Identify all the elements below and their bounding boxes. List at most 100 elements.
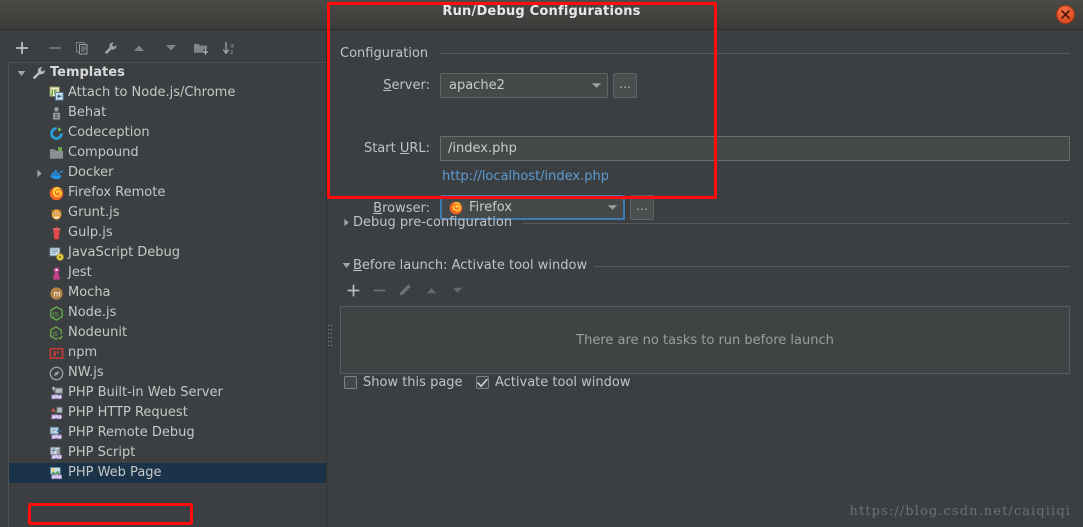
tree-item-label: Gulp.js (68, 225, 113, 240)
tree-item[interactable]: Docker (9, 163, 326, 183)
debug-pre-configuration-section[interactable]: Debug pre-configuration (340, 215, 512, 230)
show-this-page-checkbox[interactable] (344, 376, 357, 389)
remove-task-button[interactable] (368, 279, 390, 301)
tree-item[interactable]: NW.js (9, 363, 326, 383)
tree-item-label: PHP HTTP Request (68, 405, 188, 420)
add-configuration-button[interactable] (10, 36, 34, 60)
watermark-text: https://blog.csdn.net/caiqiiqi (849, 504, 1071, 519)
configurations-tree[interactable]: Templates JS Attach to Node.js/Chrome Behat… (8, 62, 326, 527)
start-url-label: Start URL: (363, 141, 430, 156)
chevron-right-icon[interactable] (31, 169, 47, 178)
nwjs-icon (47, 366, 65, 381)
svg-text:php: php (52, 434, 61, 440)
tree-item-label: Codeception (68, 125, 150, 140)
activate-tool-window-label: Activate tool window (495, 375, 631, 390)
tree-item[interactable]: Compound (9, 143, 326, 163)
tree-item[interactable]: Jest (9, 263, 326, 283)
server-select[interactable]: apache2 (440, 73, 608, 98)
tree-item-label: PHP Remote Debug (68, 425, 195, 440)
svg-text:z: z (230, 49, 233, 56)
grunt-icon (47, 206, 65, 221)
tree-item[interactable]: JS Nodeunit (9, 323, 326, 343)
tree-item[interactable]: Gulp.js (9, 223, 326, 243)
php-http-icon: php (47, 406, 65, 421)
debug-pre-configuration-label: Debug pre-configuration (353, 215, 513, 230)
svg-text:JS: JS (51, 310, 58, 318)
chevron-down-icon (585, 82, 607, 89)
browser-browse-button[interactable]: ... (630, 195, 654, 220)
tree-item[interactable]: m Mocha (9, 283, 326, 303)
behat-icon (47, 106, 65, 121)
new-folder-button[interactable] (189, 36, 213, 60)
firefox-icon (442, 201, 463, 215)
svg-text:php: php (52, 414, 61, 420)
tree-item[interactable]: php PHP Built-in Web Server (9, 383, 326, 403)
activate-tool-window-checkbox[interactable] (476, 376, 489, 389)
tree-item[interactable]: Firefox Remote (9, 183, 326, 203)
add-task-button[interactable] (342, 279, 364, 301)
wrench-icon (29, 66, 47, 81)
before-launch-label: Before launch: Activate tool window (353, 258, 588, 273)
edit-templates-button[interactable] (98, 36, 122, 60)
activate-tool-window-row[interactable]: Activate tool window (476, 375, 630, 390)
close-icon[interactable] (1056, 5, 1075, 24)
mocha-icon: m (47, 286, 65, 301)
before-launch-divider (594, 266, 1070, 267)
server-browse-button[interactable]: ... (613, 73, 637, 98)
show-this-page-row[interactable]: Show this page (344, 375, 463, 390)
tree-item-label: NW.js (68, 365, 104, 380)
tree-item[interactable]: php PHP HTTP Request (9, 403, 326, 423)
move-task-down-button[interactable] (446, 279, 468, 301)
jest-icon (47, 266, 65, 281)
start-url-input[interactable]: /index.php (440, 136, 1070, 161)
before-launch-empty-text: There are no tasks to run before launch (576, 332, 834, 348)
compound-folder-icon (47, 146, 65, 161)
dialog-titlebar: Run/Debug Configurations (0, 0, 1083, 30)
before-launch-task-list[interactable]: There are no tasks to run before launch (340, 306, 1070, 374)
move-up-button[interactable] (127, 36, 151, 60)
tree-item-label: Firefox Remote (68, 185, 166, 200)
move-down-button[interactable] (159, 36, 183, 60)
tree-item-label: Jest (68, 265, 92, 280)
tree-item[interactable]: JavaScript Debug (9, 243, 326, 263)
remove-configuration-button[interactable] (43, 36, 67, 60)
tree-item[interactable]: Codeception (9, 123, 326, 143)
svg-text:php: php (52, 394, 61, 400)
tree-item[interactable]: JS Attach to Node.js/Chrome (9, 83, 326, 103)
tree-item[interactable]: Templates (9, 63, 326, 83)
php-script-icon: php (47, 446, 65, 461)
docker-icon (47, 166, 65, 181)
nodeunit-icon: JS (47, 325, 65, 341)
tree-item-label: Attach to Node.js/Chrome (68, 85, 236, 100)
chevron-down-icon (340, 262, 353, 269)
tree-item-label: Grunt.js (68, 205, 120, 220)
tree-item-label: Nodeunit (68, 325, 128, 340)
tree-item[interactable]: Grunt.js (9, 203, 326, 223)
dialog-title: Run/Debug Configurations (442, 4, 641, 19)
tree-item[interactable]: php PHP Script (9, 443, 326, 463)
before-launch-toolbar (342, 279, 502, 301)
configuration-group-label: Configuration (340, 46, 429, 61)
move-task-up-button[interactable] (420, 279, 442, 301)
tree-item[interactable]: Behat (9, 103, 326, 123)
sort-alphabetically-button[interactable]: a z (218, 36, 242, 60)
npm-icon (47, 346, 65, 361)
svg-text:php: php (52, 474, 61, 480)
show-this-page-label: Show this page (363, 375, 463, 390)
tree-item[interactable]: JS Node.js (9, 303, 326, 323)
tree-item[interactable]: php PHP Remote Debug (9, 423, 326, 443)
svg-text:m: m (53, 289, 60, 298)
resolved-url-link[interactable]: http://localhost/index.php (442, 169, 609, 184)
chevron-down-icon[interactable] (13, 70, 29, 77)
copy-configuration-button[interactable] (70, 36, 94, 60)
sidebar-toolbar: a z (0, 36, 326, 62)
tree-item[interactable]: npm (9, 343, 326, 363)
edit-task-button[interactable] (394, 279, 416, 301)
server-select-value: apache2 (449, 78, 505, 93)
before-launch-section[interactable]: Before launch: Activate tool window (340, 258, 587, 273)
php-remote-icon: php (47, 426, 65, 441)
configuration-editor-panel: Configuration Server: apache2 ... Start … (332, 30, 1083, 527)
tree-item-selected[interactable]: php PHP Web Page (9, 463, 326, 483)
tree-item-label: Node.js (68, 305, 117, 320)
tree-item-label: PHP Built-in Web Server (68, 385, 223, 400)
